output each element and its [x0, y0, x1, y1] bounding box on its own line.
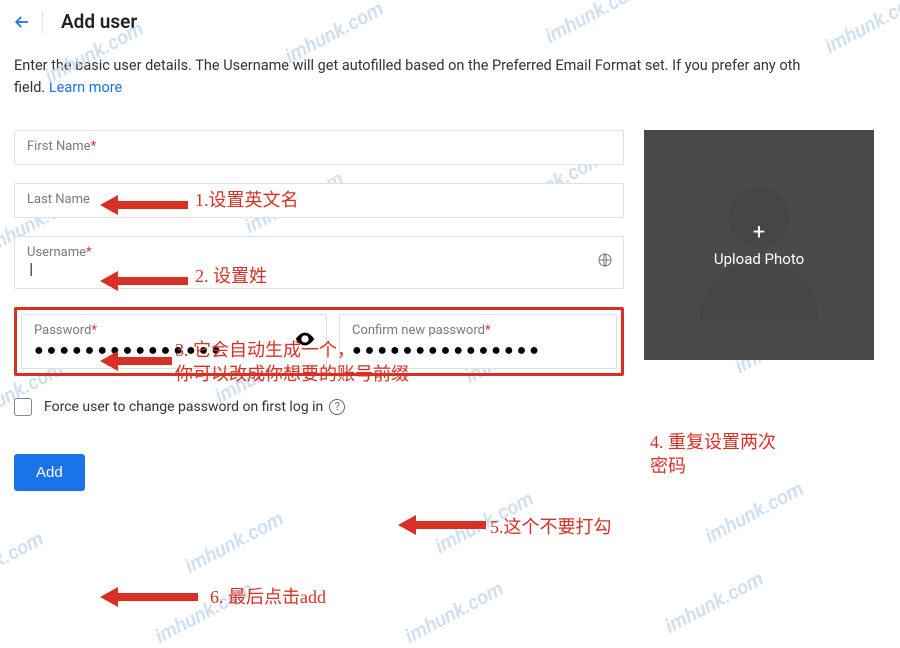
- force-change-row: Force user to change password on first l…: [14, 394, 624, 426]
- password-value: ●●●●●●●●●●●●●●●: [34, 342, 286, 358]
- intro-text: Enter the basic user details. The Userna…: [0, 47, 900, 110]
- force-change-checkbox[interactable]: [14, 398, 32, 416]
- username-label: Username*: [27, 245, 583, 260]
- username-value: |: [27, 262, 583, 278]
- confirm-password-value: ●●●●●●●●●●●●●●●: [352, 342, 604, 358]
- password-label: Password*: [34, 323, 286, 338]
- force-change-label: Force user to change password on first l…: [44, 399, 323, 415]
- page-title: Add user: [61, 10, 137, 33]
- annotation-5: 5.这个不要打勾: [490, 515, 612, 539]
- back-arrow-icon[interactable]: [12, 11, 43, 33]
- first-name-field[interactable]: First Name*: [14, 130, 624, 165]
- confirm-password-label: Confirm new password*: [352, 323, 604, 338]
- plus-icon: +: [753, 222, 765, 244]
- watermark: imhunk.com: [151, 576, 258, 648]
- first-name-label: First Name*: [27, 139, 611, 154]
- username-field[interactable]: Username* |: [14, 236, 624, 289]
- watermark: imhunk.com: [181, 506, 288, 578]
- watermark: imhunk.com: [401, 576, 508, 648]
- arrow-5: [398, 510, 488, 540]
- annotation-6: 6. 最后点击add: [210, 585, 326, 609]
- confirm-password-field[interactable]: Confirm new password* ●●●●●●●●●●●●●●●: [339, 314, 617, 369]
- watermark: imhunk.com: [661, 566, 768, 638]
- avatar-silhouette-icon: [644, 130, 874, 360]
- arrow-6: [100, 582, 200, 612]
- help-icon[interactable]: ?: [329, 399, 345, 415]
- learn-more-link[interactable]: Learn more: [49, 79, 122, 96]
- watermark: imhunk.com: [0, 526, 47, 598]
- add-button[interactable]: Add: [14, 454, 85, 491]
- eye-icon[interactable]: [294, 328, 316, 354]
- password-field[interactable]: Password* ●●●●●●●●●●●●●●●: [21, 314, 327, 369]
- globe-icon[interactable]: [597, 252, 613, 272]
- upload-photo-label: Upload Photo: [714, 250, 804, 268]
- last-name-label: Last Name: [27, 192, 611, 207]
- last-name-field[interactable]: Last Name: [14, 183, 624, 218]
- upload-photo[interactable]: + Upload Photo: [644, 130, 874, 360]
- password-row: Password* ●●●●●●●●●●●●●●● Confirm new pa…: [14, 307, 624, 376]
